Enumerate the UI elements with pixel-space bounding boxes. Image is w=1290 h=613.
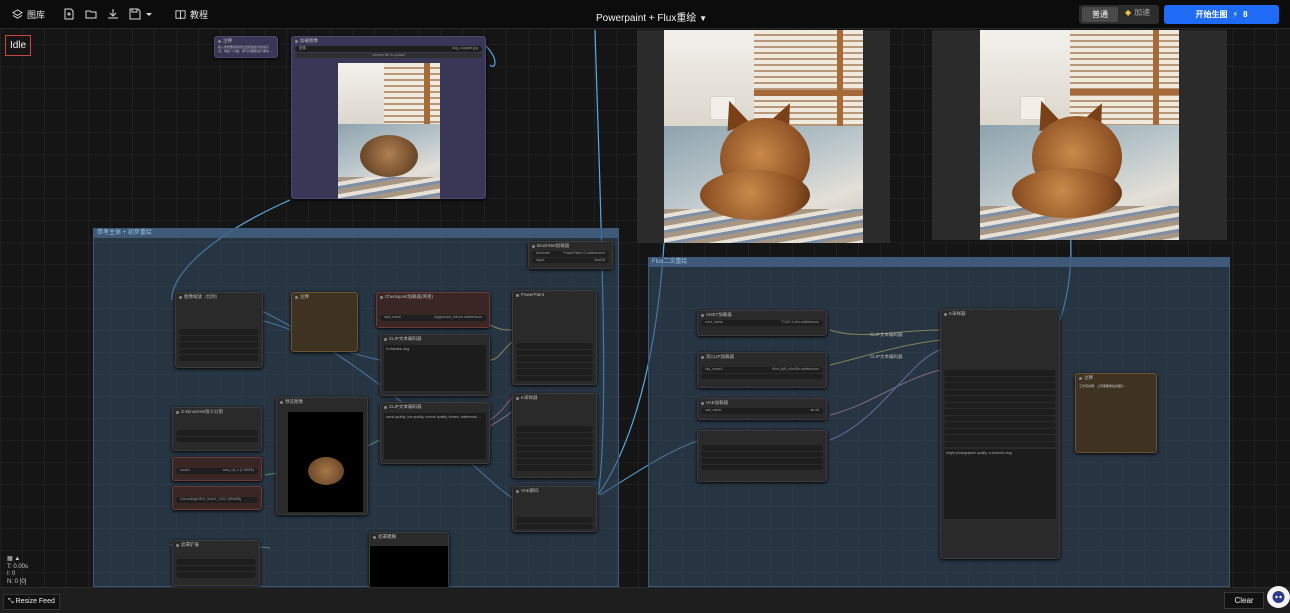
diamond-icon: ◆ [1125,8,1132,17]
stat-n: N: 0 [0] [7,578,27,585]
queue-stats: ▦ ▲ T: 0.00s I: 0 N: 0 [0] [7,556,28,586]
bottom-bar [0,587,1290,613]
preview-panel-2 [932,30,1227,240]
download-icon[interactable] [107,8,119,20]
clip-negative-node[interactable]: CLIP文本编码器 worst quality, low quality, no… [380,402,490,464]
vae-decode-node[interactable]: VAE解码 [512,486,597,532]
image-resize-node[interactable]: 图像缩放（比例） [175,292,263,368]
source-cat-image [338,63,440,199]
mode-boost-label: 加速 [1134,8,1151,17]
assistant-bot-icon[interactable] [1267,586,1290,608]
chevron-down-icon[interactable] [145,8,153,20]
group-title: Flux二次重绘 [649,258,1229,267]
prompt-text[interactable]: worst quality, low quality, normal quali… [384,413,486,459]
node-title: CLIP文本编码器 [381,335,489,343]
node-title: 加载图像 [292,37,485,45]
note-left-node[interactable]: 注释 [291,292,358,352]
pin-icon[interactable]: ▲ [14,556,20,562]
tutorial-label: 教程 [190,10,209,20]
clip-encode-b-node[interactable]: CLIP文本编码器 [870,354,903,360]
lightning-icon: ⚡ [1232,10,1239,19]
save-icon[interactable] [129,8,141,20]
powerpaint-node[interactable]: PowerPaint [512,290,597,385]
comfy-canvas[interactable]: 图库 教程 Powerpaint + Flux重绘 ▼ 普通 ◆ 加速 开始生图… [0,0,1290,613]
mode-normal-button[interactable]: 普通 [1082,7,1118,22]
stat-time: T: 0.00s [7,563,29,570]
dual-clip-node[interactable]: 双CLIP加载器 clip_name1 t5xxl_fp8_e4m3fn.safe… [697,352,827,388]
workflow-title-text: Powerpaint + Flux重绘 [596,13,697,24]
resize-icon: ⤡ [8,598,14,605]
clip-encode-a-node[interactable]: CLIP文本编码器 [870,332,903,338]
ksampler-flux-node[interactable]: K采样器 bright photographic quality, a chao… [940,309,1060,559]
node-title: BrushNet加载器 [529,242,612,250]
run-button[interactable]: 开始生图 ⚡ 8 [1164,5,1279,24]
top-toolbar: 图库 教程 Powerpaint + Flux重绘 ▼ 普通 ◆ 加速 开始生图… [0,0,1290,29]
node-title: CLIP文本编码器 [381,403,489,411]
clip-positive-node[interactable]: CLIP文本编码器 A chaoshu dog [380,334,490,396]
stat-i: I: 0 [7,571,16,577]
book-icon [175,10,186,20]
load-image-node[interactable]: 加载图像 图像 dog_outpaint.jpg choose file to u… [291,36,486,199]
prompt-text[interactable]: bright photographic quality, a chaoshu d… [944,449,1056,519]
title-chevron-icon: ▼ [699,14,708,23]
resize-feed-label: Resize Feed [15,598,55,605]
node-title: 注释 [292,293,357,301]
workflow-title[interactable]: Powerpaint + Flux重绘 ▼ [596,9,707,24]
note-text: 工作流说明：上传需要重绘的图片 ... [1079,384,1128,388]
node-title: 双CLIP加载器 [698,353,826,361]
blur-preview-node[interactable]: 遮罩模糊 [369,532,449,588]
run-cost: 8 [1243,10,1248,19]
image-filename[interactable]: dog_outpaint.jpg [452,46,478,52]
sam-segment-node[interactable]: G-DinoSAM语义分割 [172,407,262,451]
ksampler-node[interactable]: K采样器 [512,393,597,478]
queue-status: Idle [5,35,31,56]
mode-boost-button[interactable]: ◆ 加速 [1125,7,1150,18]
library-label: 图库 [27,10,46,20]
brushnet-node[interactable]: BrushNet加载器 brushnet PowerPaint v2 safete… [528,241,613,269]
note-right-node[interactable]: 注释 工作流说明：上传需要重绘的图片 ... [1075,373,1157,453]
node-title: Checkpoint加载器(简易) [377,293,489,301]
note-node[interactable]: 注释 输入你想要替换的位置和描述词的提示词，例如一只猫，即可对图像进行重绘 ..… [214,36,278,58]
mask-preview-image [288,412,363,512]
checkpoint-node[interactable]: Checkpoint加载器(简易) ckpt_name juggernaut_re… [376,292,490,328]
node-title: 遮罩扩展 [173,541,259,549]
sam-loader-node[interactable]: model sam_vit_h (2.56GB) [172,457,262,481]
upload-button[interactable]: choose file to upload [295,52,482,58]
note-text: 输入你想要替换的位置和描述词的提示词，例如一只猫，即可对图像进行重绘 ... [218,45,273,53]
new-file-icon[interactable] [63,8,75,20]
node-title: VAE加载器 [698,399,826,407]
unet-loader-node[interactable]: UNET加载器 unet_name FLUX.1-dev.safetensors [697,310,827,336]
mask-grow-node[interactable]: 遮罩扩展 [172,540,260,586]
node-title: UNET加载器 [698,311,826,319]
grid-icon[interactable]: ▦ [7,556,13,562]
node-title: VAE解码 [513,487,596,495]
node-title: PowerPaint [513,291,596,299]
flux-guidance-node[interactable] [697,430,827,482]
library-button[interactable]: 图库 [12,7,45,22]
tutorial-button[interactable]: 教程 [175,7,208,22]
result-dog-image-2 [980,30,1179,240]
clear-button[interactable]: Clear [1224,592,1264,609]
open-folder-icon[interactable] [85,8,97,20]
prompt-text[interactable]: A chaoshu dog [384,345,486,391]
run-label: 开始生图 [1195,10,1228,19]
node-title: 注释 [1076,374,1156,382]
vae-loader-node[interactable]: VAE加载器 vae_name ae.sft [697,398,827,420]
layers-icon [12,9,23,19]
node-title: 预览图像 [277,398,367,406]
dino-loader-node[interactable]: GroundingDINO_SwinT_OGC (694MB) [172,486,262,510]
node-title: 图像缩放（比例） [176,293,262,301]
node-title: K采样器 [513,394,596,402]
preview-mask-node[interactable]: 预览图像 [276,397,368,515]
result-dog-image-1 [664,30,863,243]
node-title: 注释 [215,37,277,45]
node-title: G-DinoSAM语义分割 [173,408,261,416]
node-title: K采样器 [941,310,1059,318]
resize-feed-button[interactable]: ⤡ Resize Feed [3,594,60,610]
preview-panel-1 [637,30,890,243]
group-title: 参考主体 + 初步重绘 [94,229,618,238]
node-title: 遮罩模糊 [370,533,448,541]
